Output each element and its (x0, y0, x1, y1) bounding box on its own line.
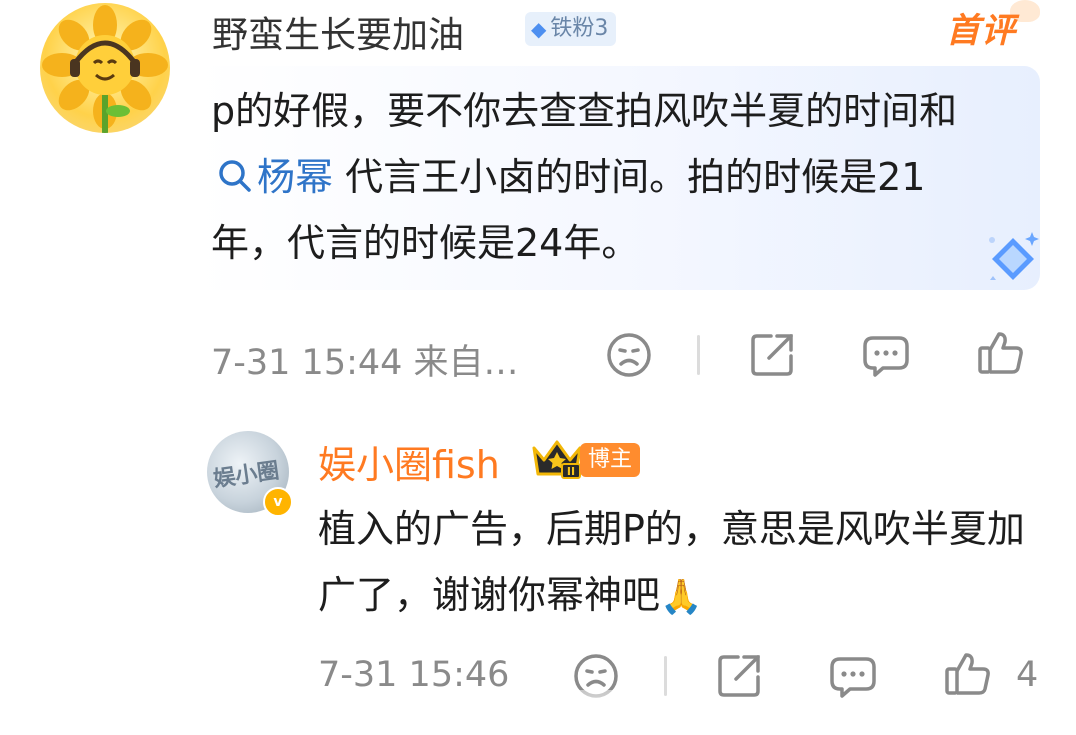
diamond-icon: ◆ (531, 17, 547, 41)
topic-link[interactable]: 杨幂 (211, 155, 333, 199)
topic-label: 杨幂 (257, 155, 334, 199)
praying-hands-emoji: 🙏 (660, 577, 703, 617)
scroll-fade-overlay (410, 690, 650, 735)
verified-badge: v (263, 487, 293, 517)
comment-username[interactable]: 野蛮生长要加油 (212, 6, 464, 58)
svg-text:II: II (567, 465, 575, 478)
avatar-text: 娱小圈 (211, 458, 281, 493)
thumbs-up-icon[interactable] (976, 328, 1026, 378)
comment-text: 植入的广告，后期P的，意思是风吹半夏加广了，谢谢你幂神吧🙏 (318, 496, 1038, 630)
crown-icon: II (530, 436, 584, 480)
comment-username[interactable]: 娱小圈fish (318, 434, 500, 489)
user-avatar[interactable] (40, 3, 170, 133)
blogger-role-badge: 博主 (580, 443, 641, 477)
comment-icon[interactable] (861, 330, 911, 380)
share-icon[interactable] (714, 651, 764, 701)
action-divider (664, 656, 667, 696)
fan-diamond-decoration-icon (986, 232, 1040, 286)
comment-timestamp: 7-31 15:46 (318, 655, 510, 695)
thumbs-up-icon[interactable] (943, 649, 993, 699)
sunflower-avatar-image (42, 5, 168, 133)
comment-text-part: p的好假，要不你去查查拍风吹半夏的时间和 (211, 89, 958, 133)
comment-text: p的好假，要不你去查查拍风吹半夏的时间和杨幂 代言王小卤的时间。拍的时候是21年… (211, 78, 1001, 276)
fan-badge-label: 铁粉3 (550, 16, 609, 41)
action-divider (697, 335, 700, 375)
fan-level-badge[interactable]: ◆ 铁粉3 (525, 12, 617, 46)
first-comment-tag: 首评 (946, 11, 1016, 51)
search-icon (219, 160, 251, 192)
comment-icon[interactable] (828, 651, 878, 701)
like-count: 4 (1016, 655, 1039, 695)
dislike-face-icon[interactable] (604, 330, 654, 380)
comment-timestamp: 7-31 15:44 来自… (211, 343, 519, 383)
share-icon[interactable] (747, 330, 797, 380)
